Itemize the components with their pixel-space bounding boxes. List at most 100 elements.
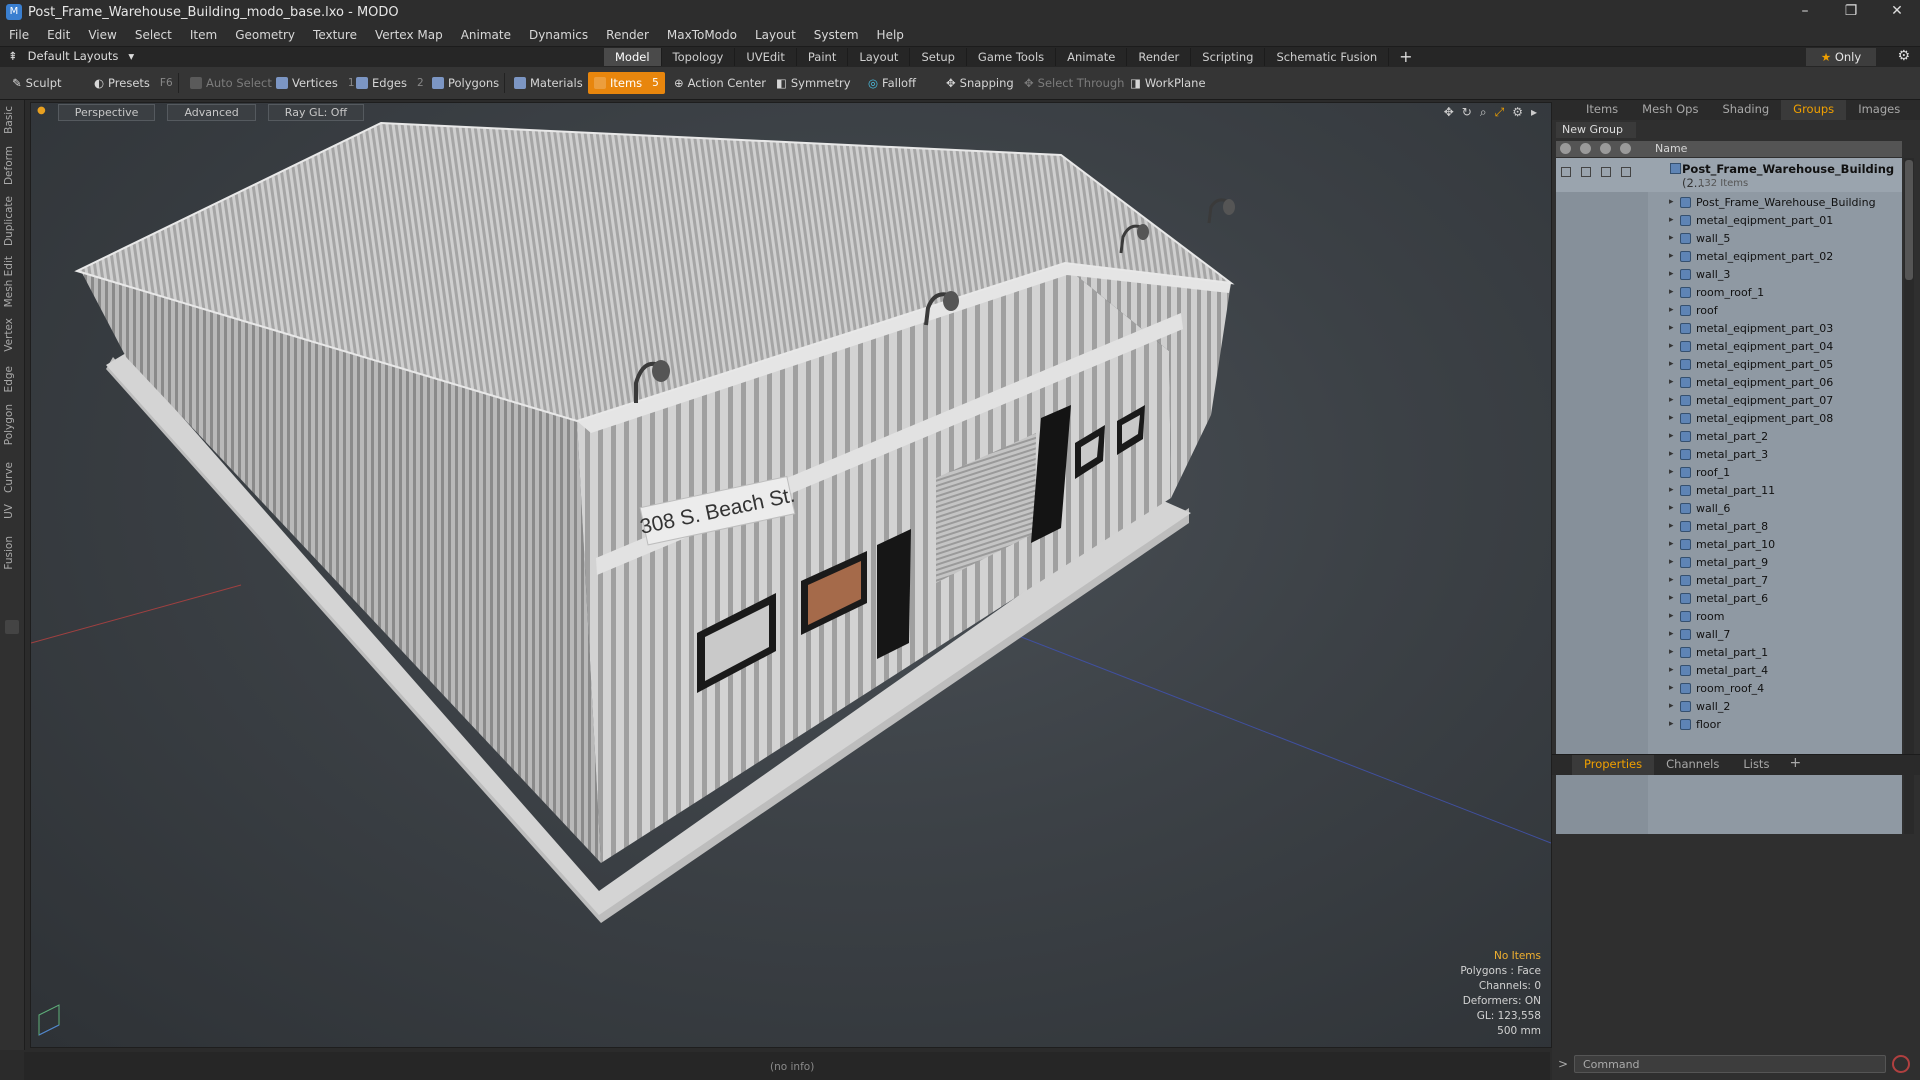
group-row[interactable]: Post_Frame_Warehouse_Building (2... 132 … bbox=[1556, 158, 1902, 192]
list-item[interactable]: ▸ wall_5 bbox=[1556, 230, 1902, 248]
select-through-button[interactable]: ✥ Select Through bbox=[1018, 72, 1130, 94]
list-item[interactable]: ▸ metal_part_2 bbox=[1556, 428, 1902, 446]
sculpt-button[interactable]: ✎ Sculpt bbox=[6, 72, 68, 94]
list-item[interactable]: ▸ room_roof_4 bbox=[1556, 680, 1902, 698]
expand-triangle-icon[interactable]: ▸ bbox=[1669, 503, 1674, 513]
3d-viewport[interactable]: 308 S. Beach St. ● Perspective Advanced … bbox=[30, 102, 1552, 1048]
new-group-button[interactable]: New Group bbox=[1556, 122, 1636, 138]
expand-triangle-icon[interactable]: ▸ bbox=[1669, 413, 1674, 423]
list-scrollbar[interactable] bbox=[1904, 158, 1914, 834]
list-item[interactable]: ▸ metal_part_7 bbox=[1556, 572, 1902, 590]
tab-schematic-fusion[interactable]: Schematic Fusion bbox=[1265, 48, 1390, 66]
list-item[interactable]: ▸ metal_part_11 bbox=[1556, 482, 1902, 500]
expand-triangle-icon[interactable]: ▸ bbox=[1669, 575, 1674, 585]
select-icon[interactable] bbox=[1620, 143, 1631, 154]
menu-view[interactable]: View bbox=[79, 28, 125, 42]
layout-collapse-icon[interactable]: ⇞ bbox=[8, 49, 18, 63]
add-panel-tab-icon[interactable]: + bbox=[1912, 100, 1920, 120]
viewport-expand-icon[interactable]: ▸ bbox=[1531, 105, 1537, 120]
list-item[interactable]: ▸ metal_eqipment_part_05 bbox=[1556, 356, 1902, 374]
auto-select-button[interactable]: Auto Select bbox=[184, 72, 278, 94]
items-button[interactable]: Items 5 bbox=[588, 72, 665, 94]
vtab-fusion[interactable]: Fusion bbox=[3, 536, 15, 570]
panel-toggle-icon[interactable] bbox=[5, 620, 19, 634]
vtab-polygon[interactable]: Polygon bbox=[3, 404, 15, 445]
expand-triangle-icon[interactable]: ▸ bbox=[1669, 521, 1674, 531]
expand-triangle-icon[interactable]: ▸ bbox=[1669, 233, 1674, 243]
tab-items[interactable]: Items bbox=[1574, 100, 1630, 120]
list-item[interactable]: ▸ wall_7 bbox=[1556, 626, 1902, 644]
tab-scripting[interactable]: Scripting bbox=[1191, 48, 1266, 66]
tab-images[interactable]: Images bbox=[1846, 100, 1912, 120]
expand-triangle-icon[interactable]: ▸ bbox=[1669, 647, 1674, 657]
list-item[interactable]: ▸ room_roof_1 bbox=[1556, 284, 1902, 302]
list-item[interactable]: ▸ metal_eqipment_part_07 bbox=[1556, 392, 1902, 410]
minimize-button[interactable]: – bbox=[1782, 0, 1828, 24]
viewport-gear-icon[interactable]: ⚙ bbox=[1512, 105, 1523, 120]
tab-mesh-ops[interactable]: Mesh Ops bbox=[1630, 100, 1710, 120]
tab-groups[interactable]: Groups bbox=[1781, 100, 1847, 120]
menu-maxtomodo[interactable]: MaxToModo bbox=[658, 28, 746, 42]
layout-selector[interactable]: ⇞ Default Layouts ▾ bbox=[8, 49, 134, 63]
group-visibility-toggle[interactable] bbox=[1561, 167, 1571, 177]
maximize-button[interactable]: ❐ bbox=[1828, 0, 1874, 24]
menu-vertex-map[interactable]: Vertex Map bbox=[366, 28, 452, 42]
list-item[interactable]: ▸ roof bbox=[1556, 302, 1902, 320]
list-item[interactable]: ▸ metal_eqipment_part_03 bbox=[1556, 320, 1902, 338]
expand-triangle-icon[interactable]: ▸ bbox=[1669, 215, 1674, 225]
tab-game-tools[interactable]: Game Tools bbox=[967, 48, 1057, 66]
list-item[interactable]: ▸ roof_1 bbox=[1556, 464, 1902, 482]
tab-model[interactable]: Model bbox=[604, 48, 662, 66]
expand-triangle-icon[interactable]: ▸ bbox=[1669, 683, 1674, 693]
expand-triangle-icon[interactable]: ▸ bbox=[1669, 323, 1674, 333]
expand-triangle-icon[interactable]: ▸ bbox=[1669, 395, 1674, 405]
command-stop-icon[interactable] bbox=[1892, 1055, 1910, 1073]
menu-item[interactable]: Item bbox=[181, 28, 226, 42]
list-item[interactable]: ▸ Post_Frame_Warehouse_Building bbox=[1556, 194, 1902, 212]
only-button[interactable]: ★ Only bbox=[1806, 48, 1876, 66]
expand-triangle-icon[interactable]: ▸ bbox=[1669, 557, 1674, 567]
menu-edit[interactable]: Edit bbox=[38, 28, 79, 42]
tab-paint[interactable]: Paint bbox=[797, 48, 849, 66]
tab-topology[interactable]: Topology bbox=[662, 48, 736, 66]
expand-triangle-icon[interactable]: ▸ bbox=[1669, 197, 1674, 207]
expand-triangle-icon[interactable]: ▸ bbox=[1669, 701, 1674, 711]
snapping-button[interactable]: ✥ Snapping bbox=[940, 72, 1020, 94]
menu-system[interactable]: System bbox=[805, 28, 868, 42]
expand-triangle-icon[interactable]: ▸ bbox=[1669, 593, 1674, 603]
vtab-duplicate[interactable]: Duplicate bbox=[3, 196, 15, 246]
list-item[interactable]: ▸ metal_eqipment_part_02 bbox=[1556, 248, 1902, 266]
list-item[interactable]: ▸ wall_6 bbox=[1556, 500, 1902, 518]
list-item[interactable]: ▸ metal_part_10 bbox=[1556, 536, 1902, 554]
list-item[interactable]: ▸ metal_eqipment_part_06 bbox=[1556, 374, 1902, 392]
list-item[interactable]: ▸ metal_part_3 bbox=[1556, 446, 1902, 464]
shading-mode-button[interactable]: Advanced bbox=[167, 104, 256, 121]
tab-layout[interactable]: Layout bbox=[848, 48, 911, 66]
close-button[interactable]: ✕ bbox=[1874, 0, 1920, 24]
vtab-vertex[interactable]: Vertex bbox=[3, 318, 15, 352]
expand-triangle-icon[interactable]: ▸ bbox=[1669, 449, 1674, 459]
gear-icon[interactable]: ⚙ bbox=[1897, 48, 1910, 64]
zoom-icon[interactable]: ⌕ bbox=[1480, 105, 1487, 120]
expand-triangle-icon[interactable]: ▸ bbox=[1669, 665, 1674, 675]
expand-triangle-icon[interactable]: ▸ bbox=[1669, 305, 1674, 315]
tab-render[interactable]: Render bbox=[1127, 48, 1192, 66]
menu-texture[interactable]: Texture bbox=[304, 28, 366, 42]
symmetry-button[interactable]: ◧ Symmetry bbox=[770, 72, 857, 94]
vtab-basic[interactable]: Basic bbox=[3, 106, 15, 134]
vtab-uv[interactable]: UV bbox=[3, 504, 15, 519]
menu-dynamics[interactable]: Dynamics bbox=[520, 28, 597, 42]
tab-setup[interactable]: Setup bbox=[910, 48, 967, 66]
expand-triangle-icon[interactable]: ▸ bbox=[1669, 431, 1674, 441]
falloff-button[interactable]: ◎ Falloff bbox=[862, 72, 922, 94]
expand-triangle-icon[interactable]: ▸ bbox=[1669, 287, 1674, 297]
expand-triangle-icon[interactable]: ▸ bbox=[1669, 377, 1674, 387]
vtab-deform[interactable]: Deform bbox=[3, 146, 15, 185]
tab-channels[interactable]: Channels bbox=[1654, 755, 1731, 775]
menu-layout[interactable]: Layout bbox=[746, 28, 805, 42]
expand-triangle-icon[interactable]: ▸ bbox=[1669, 485, 1674, 495]
list-item[interactable]: ▸ metal_eqipment_part_01 bbox=[1556, 212, 1902, 230]
menu-help[interactable]: Help bbox=[868, 28, 913, 42]
action-center-button[interactable]: ⊕ Action Center bbox=[668, 72, 772, 94]
list-item[interactable]: ▸ room bbox=[1556, 608, 1902, 626]
